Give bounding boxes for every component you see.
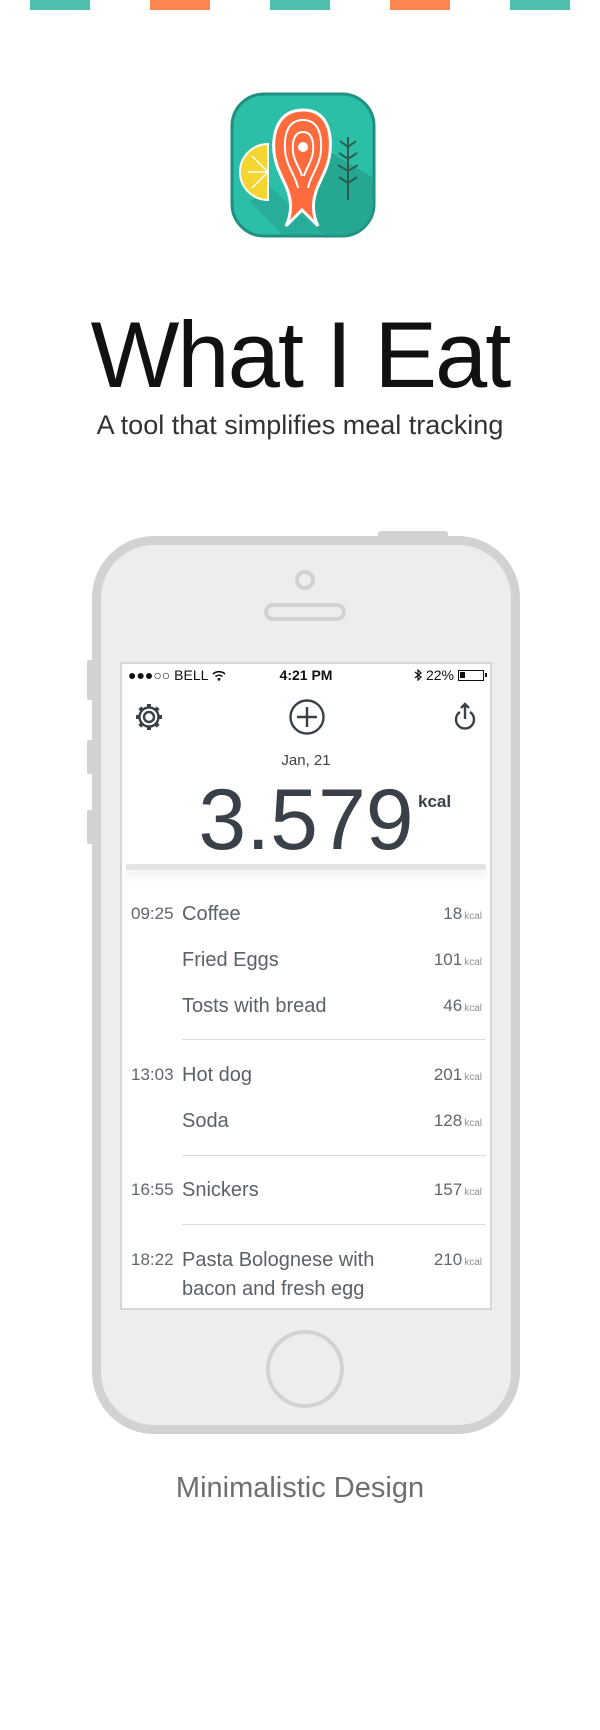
app-subtitle: A tool that simplifies meal tracking xyxy=(96,410,504,440)
phone-speaker xyxy=(264,603,346,621)
entry-name: Fried Eggs xyxy=(182,949,279,971)
summary-divider xyxy=(126,864,486,870)
entry-time: 09:25 xyxy=(131,904,174,923)
entry-name: Snickers xyxy=(182,1179,259,1201)
entry-name: Soda xyxy=(182,1110,229,1132)
kcal-value: 201 xyxy=(433,1065,463,1084)
entry-kcal: 101 kcal xyxy=(434,950,482,970)
phone-camera xyxy=(295,570,315,590)
entry-name: Coffee xyxy=(182,903,241,925)
entry-kcal: 46 kcal xyxy=(443,996,482,1016)
kcal-unit: kcal xyxy=(464,1118,482,1129)
entry-name: Tosts with bread xyxy=(182,995,327,1017)
stripe-teal xyxy=(270,0,330,10)
entry-kcal: 157 kcal xyxy=(434,1180,482,1200)
entry-time: 18:22 xyxy=(131,1250,174,1269)
gear-icon[interactable] xyxy=(134,702,164,732)
kcal-value: 101 xyxy=(433,950,463,969)
kcal-unit: kcal xyxy=(464,1257,482,1268)
kcal-unit: kcal xyxy=(464,957,482,968)
kcal-unit: kcal xyxy=(464,1072,482,1083)
plus-circle-icon[interactable] xyxy=(288,698,326,736)
kcal-value: 210 xyxy=(433,1250,463,1269)
entry-time: 16:55 xyxy=(131,1180,174,1199)
entry-kcal: 18 kcal xyxy=(443,904,482,924)
kcal-unit: kcal xyxy=(464,1187,482,1198)
kcal-unit: kcal xyxy=(464,1003,482,1014)
entry-kcal: 128 kcal xyxy=(434,1111,482,1131)
status-bar: ●●●○○ BELL 4:21 PM 22% xyxy=(122,664,490,686)
entry-time: 13:03 xyxy=(131,1065,174,1084)
stripe-orange xyxy=(150,0,210,10)
stripe-teal xyxy=(510,0,570,10)
kcal-value: 128 xyxy=(433,1111,463,1130)
stripe-orange xyxy=(390,0,450,10)
entry-name-line2: bacon and fresh egg xyxy=(182,1278,365,1300)
phone-home-button xyxy=(266,1330,344,1408)
power-share-icon[interactable] xyxy=(452,702,478,732)
group-divider xyxy=(182,1039,486,1040)
kcal-value: 18 xyxy=(443,904,463,923)
decorative-stripes xyxy=(0,0,600,10)
entry-kcal: 210 kcal xyxy=(434,1250,482,1270)
app-screen: ●●●○○ BELL 4:21 PM 22% Jan, 21 3.579 kca… xyxy=(120,662,492,1310)
current-date: Jan, 21 xyxy=(281,752,331,769)
salmon-steak-app-icon xyxy=(230,92,376,238)
total-kcal-value: 3.579 xyxy=(198,772,414,868)
group-divider xyxy=(182,1224,486,1225)
battery-percent: 22% xyxy=(425,667,454,683)
status-right: 22% xyxy=(414,667,487,683)
entry-name: Hot dog xyxy=(182,1064,253,1086)
kcal-unit: kcal xyxy=(464,911,482,922)
entry-name: Pasta Bolognese with xyxy=(182,1249,375,1271)
total-kcal-unit: kcal xyxy=(418,792,452,811)
entry-kcal: 201 kcal xyxy=(434,1065,482,1085)
kcal-value: 46 xyxy=(443,996,463,1015)
battery-icon xyxy=(458,669,487,681)
caption: Minimalistic Design xyxy=(175,1472,425,1504)
app-title: What I Eat xyxy=(90,302,512,407)
bluetooth-icon xyxy=(414,669,422,681)
kcal-value: 157 xyxy=(433,1180,463,1199)
group-divider xyxy=(182,1155,486,1156)
stripe-teal xyxy=(30,0,90,10)
